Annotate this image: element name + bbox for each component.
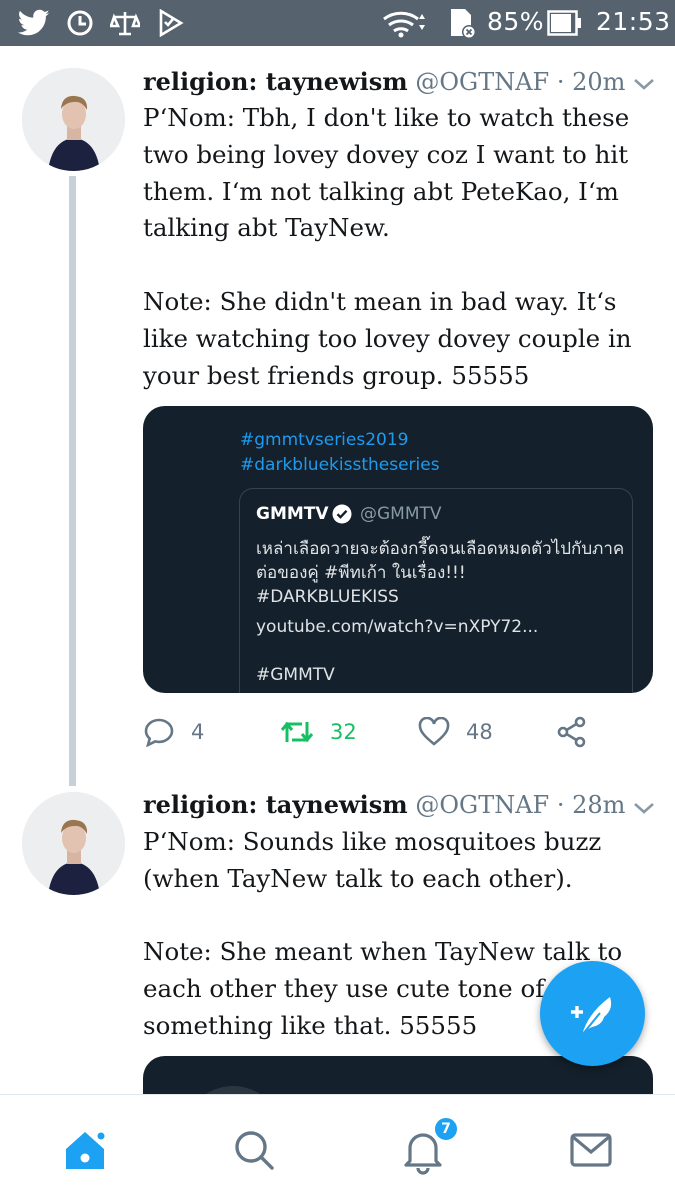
- bottom-navigation: [0, 1094, 675, 1200]
- like-count: 48: [466, 720, 493, 744]
- search-icon[interactable]: [229, 1125, 279, 1175]
- tweet-actions: 4 32 48: [143, 712, 643, 752]
- compose-tweet-button[interactable]: [540, 961, 645, 1066]
- avatar-photo: [22, 68, 125, 171]
- tweet-header: religion: taynewism @OGTNAF · 20m: [143, 62, 663, 102]
- like-button[interactable]: 48: [418, 712, 493, 752]
- chevron-down-icon[interactable]: [633, 77, 655, 91]
- sim-icon: [451, 9, 476, 39]
- battery-icon: [547, 10, 581, 36]
- card-hashtag-2[interactable]: #darkbluekisstheseries: [240, 455, 440, 475]
- checklist-icon: [159, 9, 184, 37]
- reply-icon: [144, 718, 174, 747]
- messages-icon[interactable]: [566, 1125, 616, 1175]
- sync-icon: [67, 10, 93, 36]
- quoted-author-handle: @GMMTV: [360, 504, 442, 524]
- status-bar: 85% 21:53: [0, 0, 675, 46]
- scale-icon: [110, 12, 140, 36]
- battery-percent: 85%: [487, 7, 545, 36]
- thread-connector: [69, 176, 76, 786]
- retweet-icon: [280, 721, 314, 743]
- reply-count: 4: [191, 720, 205, 744]
- avatar[interactable]: [22, 68, 125, 171]
- tweet-text: P‘Nom: Tbh, I don't like to watch these …: [143, 103, 632, 390]
- author-name[interactable]: religion: taynewism: [143, 790, 408, 819]
- retweet-button[interactable]: 32: [280, 712, 357, 752]
- verified-badge-icon: [332, 504, 352, 524]
- quoted-link[interactable]: youtube.com/watch?v=nXPY72...: [256, 617, 538, 637]
- card-hashtag-1[interactable]: #gmmtvseries2019: [240, 430, 409, 450]
- retweet-count: 32: [330, 720, 357, 744]
- heart-icon: [418, 717, 450, 746]
- quoted-tweet[interactable]: GMMTV @GMMTV เหล่าเลือดวายจะต้องกรี๊ดจนเ…: [239, 488, 633, 693]
- share-icon[interactable]: [556, 716, 588, 748]
- avatar-photo: [22, 792, 125, 895]
- author-handle[interactable]: @OGTNAF: [415, 791, 549, 819]
- twitter-icon: [18, 9, 50, 36]
- quoted-text: เหล่าเลือดวายจะต้องกรี๊ดจนเลือดหมดตัวไปก…: [256, 539, 625, 607]
- author-name[interactable]: religion: taynewism: [143, 67, 408, 96]
- author-handle[interactable]: @OGTNAF: [415, 68, 549, 96]
- quoted-hashtag[interactable]: #GMMTV: [256, 665, 335, 685]
- wifi-icon: [383, 11, 425, 38]
- reply-button[interactable]: 4: [143, 712, 204, 752]
- notifications-badge: 7: [433, 1116, 459, 1142]
- tweet-timestamp: · 28m: [556, 791, 626, 819]
- compose-feather-icon: [571, 997, 612, 1036]
- tweet-header: religion: taynewism @OGTNAF · 28m: [143, 785, 663, 825]
- embedded-tweet-card[interactable]: #gmmtvseries2019 #darkbluekisstheseries …: [143, 406, 653, 693]
- quoted-author-name: GMMTV: [256, 504, 329, 524]
- tweet-timestamp: · 20m: [556, 68, 626, 96]
- chevron-down-icon[interactable]: [633, 801, 655, 815]
- home-icon[interactable]: [60, 1125, 110, 1175]
- clock: 21:53: [596, 7, 671, 36]
- avatar[interactable]: [22, 792, 125, 895]
